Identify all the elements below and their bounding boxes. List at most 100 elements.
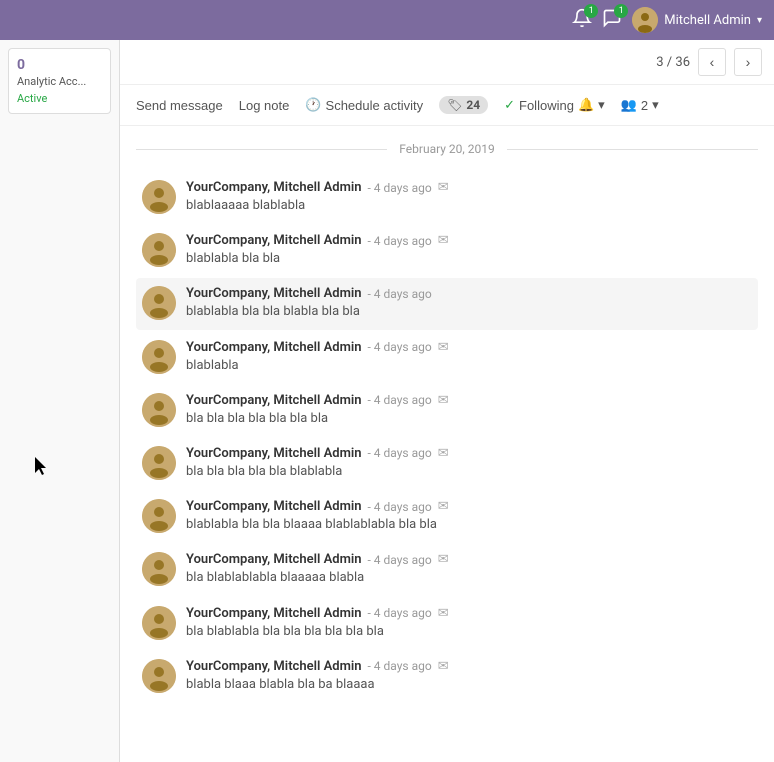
message-author: YourCompany, Mitchell Admin (186, 499, 362, 514)
message-content: YourCompany, Mitchell Admin - 4 days ago… (186, 393, 752, 428)
nav-bar: 3 / 36 ‹ › (120, 40, 774, 85)
message-header: YourCompany, Mitchell Admin - 4 days ago… (186, 446, 752, 461)
message-item[interactable]: YourCompany, Mitchell Admin - 4 days ago… (136, 651, 758, 702)
avatar (142, 233, 176, 267)
message-content: YourCompany, Mitchell Admin - 4 days ago… (186, 180, 752, 215)
sidebar-card[interactable]: 0 Analytic Acc... Active (8, 48, 111, 114)
message-time: - 4 days ago (368, 234, 432, 248)
date-divider: February 20, 2019 (136, 142, 758, 156)
avatar (142, 446, 176, 480)
user-name: Mitchell Admin (664, 13, 751, 28)
message-header: YourCompany, Mitchell Admin - 4 days ago (186, 286, 752, 301)
action-bar: Send message Log note 🕐 Schedule activit… (120, 85, 774, 126)
followers-icon: 👥 (621, 97, 637, 113)
message-text: blablabla bla bla blaaaa blablablabla bl… (186, 516, 752, 534)
message-item[interactable]: YourCompany, Mitchell Admin - 4 days ago… (136, 598, 758, 649)
message-author: YourCompany, Mitchell Admin (186, 340, 362, 355)
message-content: YourCompany, Mitchell Admin - 4 days ago… (186, 286, 752, 321)
message-item[interactable]: YourCompany, Mitchell Admin - 4 days ago… (136, 385, 758, 436)
message-content: YourCompany, Mitchell Admin - 4 days ago… (186, 233, 752, 268)
message-content: YourCompany, Mitchell Admin - 4 days ago… (186, 499, 752, 534)
avatar (142, 393, 176, 427)
following-button[interactable]: ✓ Following 🔔 ▾ (504, 97, 605, 113)
message-text: blablabla bla bla (186, 250, 752, 268)
message-time: - 4 days ago (368, 606, 432, 620)
schedule-activity-label: Schedule activity (326, 98, 424, 113)
send-message-button[interactable]: Send message (136, 94, 223, 117)
user-avatar (632, 7, 658, 33)
tag-badge[interactable]: 🏷 24 (439, 96, 488, 114)
messages-badge: 1 (614, 4, 628, 18)
message-author: YourCompany, Mitchell Admin (186, 286, 362, 301)
message-text: bla bla bla bla bla bla bla (186, 410, 752, 428)
pagination-label: 3 / 36 (656, 55, 690, 70)
message-text: blablaaaaa blablabla (186, 197, 752, 215)
message-content: YourCompany, Mitchell Admin - 4 days ago… (186, 606, 752, 641)
message-text: blabla blaaa blabla bla ba blaaaa (186, 676, 752, 694)
content-area: 3 / 36 ‹ › Send message Log note 🕐 Sched… (120, 40, 774, 762)
message-item[interactable]: YourCompany, Mitchell Admin - 4 days ago… (136, 544, 758, 595)
sidebar-label: Analytic Acc... (17, 75, 102, 88)
topbar: 1 1 Mitchell Admin ▾ (0, 0, 774, 40)
notifications-badge: 1 (584, 4, 598, 18)
avatar (142, 180, 176, 214)
log-note-label: Log note (239, 98, 290, 113)
prev-button[interactable]: ‹ (698, 48, 726, 76)
message-item[interactable]: YourCompany, Mitchell Admin - 4 days ago… (136, 172, 758, 223)
following-check-icon: ✓ (504, 97, 515, 113)
avatar (142, 286, 176, 320)
avatar (142, 499, 176, 533)
email-icon: ✉ (438, 446, 449, 461)
tag-count: 24 (466, 98, 480, 112)
main-layout: 0 Analytic Acc... Active 3 / 36 ‹ › Send… (0, 40, 774, 762)
message-content: YourCompany, Mitchell Admin - 4 days ago… (186, 446, 752, 481)
schedule-activity-button[interactable]: 🕐 Schedule activity (305, 93, 423, 117)
message-header: YourCompany, Mitchell Admin - 4 days ago… (186, 340, 752, 355)
next-button[interactable]: › (734, 48, 762, 76)
email-icon: ✉ (438, 659, 449, 674)
message-time: - 4 days ago (368, 659, 432, 673)
email-icon: ✉ (438, 233, 449, 248)
message-header: YourCompany, Mitchell Admin - 4 days ago… (186, 659, 752, 674)
message-content: YourCompany, Mitchell Admin - 4 days ago… (186, 340, 752, 375)
message-author: YourCompany, Mitchell Admin (186, 659, 362, 674)
avatar (142, 606, 176, 640)
message-header: YourCompany, Mitchell Admin - 4 days ago… (186, 393, 752, 408)
message-item[interactable]: YourCompany, Mitchell Admin - 4 days ago… (136, 491, 758, 542)
message-text: bla blablablabla blaaaaa blabla (186, 569, 752, 587)
message-time: - 4 days ago (368, 393, 432, 407)
user-chevron-icon: ▾ (757, 15, 762, 26)
message-text: blablabla bla bla blabla bla bla (186, 303, 752, 321)
message-author: YourCompany, Mitchell Admin (186, 552, 362, 567)
message-header: YourCompany, Mitchell Admin - 4 days ago… (186, 499, 752, 514)
tag-icon: 🏷 (447, 98, 462, 112)
message-item[interactable]: YourCompany, Mitchell Admin - 4 days ago… (136, 438, 758, 489)
message-author: YourCompany, Mitchell Admin (186, 233, 362, 248)
message-header: YourCompany, Mitchell Admin - 4 days ago… (186, 233, 752, 248)
followers-button[interactable]: 👥 2 ▾ (621, 97, 659, 113)
email-icon: ✉ (438, 393, 449, 408)
message-text: bla bla bla bla bla blablabla (186, 463, 752, 481)
log-note-button[interactable]: Log note (239, 94, 290, 117)
sidebar-count: 0 (17, 57, 102, 73)
following-chevron-icon: ▾ (598, 97, 605, 113)
messages-area: February 20, 2019 YourCompany, Mitchell … (120, 126, 774, 762)
email-icon: ✉ (438, 499, 449, 514)
followers-count: 2 (641, 98, 648, 113)
message-time: - 4 days ago (368, 500, 432, 514)
message-item[interactable]: YourCompany, Mitchell Admin - 4 days ago… (136, 278, 758, 329)
message-time: - 4 days ago (368, 553, 432, 567)
sidebar-status: Active (17, 92, 102, 105)
message-header: YourCompany, Mitchell Admin - 4 days ago… (186, 606, 752, 621)
message-item[interactable]: YourCompany, Mitchell Admin - 4 days ago… (136, 332, 758, 383)
message-time: - 4 days ago (368, 287, 432, 301)
messages-icon[interactable]: 1 (602, 8, 622, 33)
followers-chevron-icon: ▾ (652, 97, 659, 113)
message-item[interactable]: YourCompany, Mitchell Admin - 4 days ago… (136, 225, 758, 276)
notifications-icon[interactable]: 1 (572, 8, 592, 33)
user-menu[interactable]: Mitchell Admin ▾ (632, 7, 762, 33)
send-message-label: Send message (136, 98, 223, 113)
message-author: YourCompany, Mitchell Admin (186, 180, 362, 195)
message-header: YourCompany, Mitchell Admin - 4 days ago… (186, 180, 752, 195)
date-label: February 20, 2019 (399, 142, 494, 156)
